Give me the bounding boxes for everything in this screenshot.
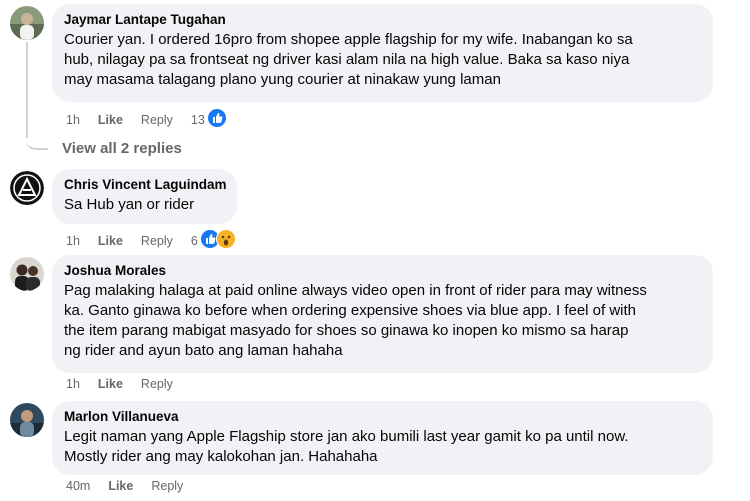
reply-button[interactable]: Reply — [151, 479, 183, 493]
comment-text: Courier yan. I ordered 16pro from shopee… — [64, 30, 701, 90]
comment-line: Legit naman yang Apple Flagship store ja… — [64, 428, 629, 445]
comment-bubble: Joshua Morales Pag malaking halaga at pa… — [52, 255, 713, 373]
avatar[interactable] — [10, 171, 44, 205]
comment-actions: 1h Like Reply 13 — [66, 108, 227, 131]
comment-timestamp[interactable]: 1h — [66, 234, 80, 248]
comment-actions: 1h Like Reply 6 — [66, 229, 236, 252]
comment-line: Sa Hub yan or rider — [64, 196, 195, 213]
view-replies-link[interactable]: View all 2 replies — [62, 140, 182, 157]
comments-section: Jaymar Lantape Tugahan Courier yan. I or… — [0, 0, 750, 501]
reaction-summary[interactable]: 6 — [191, 229, 236, 252]
comment-bubble: Chris Vincent Laguindam Sa Hub yan or ri… — [52, 169, 237, 224]
comment-author[interactable]: Chris Vincent Laguindam — [64, 176, 227, 193]
comment-line: Pag malaking halaga at paid online alway… — [64, 282, 647, 299]
comment-line: hub, nilagay pa sa frontseat ng driver k… — [64, 51, 630, 68]
comment-author[interactable]: Marlon Villanueva — [64, 408, 701, 425]
like-button[interactable]: Like — [98, 113, 123, 127]
comment-line: may masama talagang plano yung courier a… — [64, 71, 501, 88]
comment-actions: 1h Like Reply — [66, 377, 191, 391]
avatar[interactable] — [10, 257, 44, 291]
comment-timestamp[interactable]: 1h — [66, 377, 80, 391]
wow-reaction-icon — [215, 229, 236, 252]
reaction-summary[interactable]: 13 — [191, 108, 227, 131]
reaction-count: 13 — [190, 112, 205, 127]
like-button[interactable]: Like — [98, 377, 123, 391]
like-button[interactable]: Like — [108, 479, 133, 493]
comment-actions: 40m Like Reply — [66, 479, 201, 493]
reply-button[interactable]: Reply — [141, 234, 173, 248]
thread-line — [26, 42, 28, 138]
comment-author[interactable]: Joshua Morales — [64, 262, 701, 279]
avatar[interactable] — [10, 6, 44, 40]
reaction-count: 6 — [190, 233, 198, 248]
comment-text: Pag malaking halaga at paid online alway… — [64, 281, 701, 361]
thread-connector — [26, 128, 48, 150]
like-button[interactable]: Like — [98, 234, 123, 248]
comment-line: Mostly rider ang may kalokohan jan. Haha… — [64, 448, 378, 465]
comment-timestamp[interactable]: 1h — [66, 113, 80, 127]
comment-author[interactable]: Jaymar Lantape Tugahan — [64, 11, 701, 28]
like-reaction-icon — [206, 108, 227, 131]
reply-button[interactable]: Reply — [141, 377, 173, 391]
comment-line: ng rider and ayun bato ang laman hahaha — [64, 342, 343, 359]
comment-text: Legit naman yang Apple Flagship store ja… — [64, 427, 701, 467]
comment-bubble: Marlon Villanueva Legit naman yang Apple… — [52, 401, 713, 475]
comment-line: the item parang mabigat masyado for shoe… — [64, 322, 629, 339]
comment-bubble: Jaymar Lantape Tugahan Courier yan. I or… — [52, 4, 713, 102]
comment-line: Courier yan. I ordered 16pro from shopee… — [64, 31, 633, 48]
comment-text: Sa Hub yan or rider — [64, 195, 225, 215]
comment-timestamp[interactable]: 40m — [66, 479, 90, 493]
avatar[interactable] — [10, 403, 44, 437]
comment-line: ka. Ganto ginawa ko before when ordering… — [64, 302, 637, 319]
reply-button[interactable]: Reply — [141, 113, 173, 127]
